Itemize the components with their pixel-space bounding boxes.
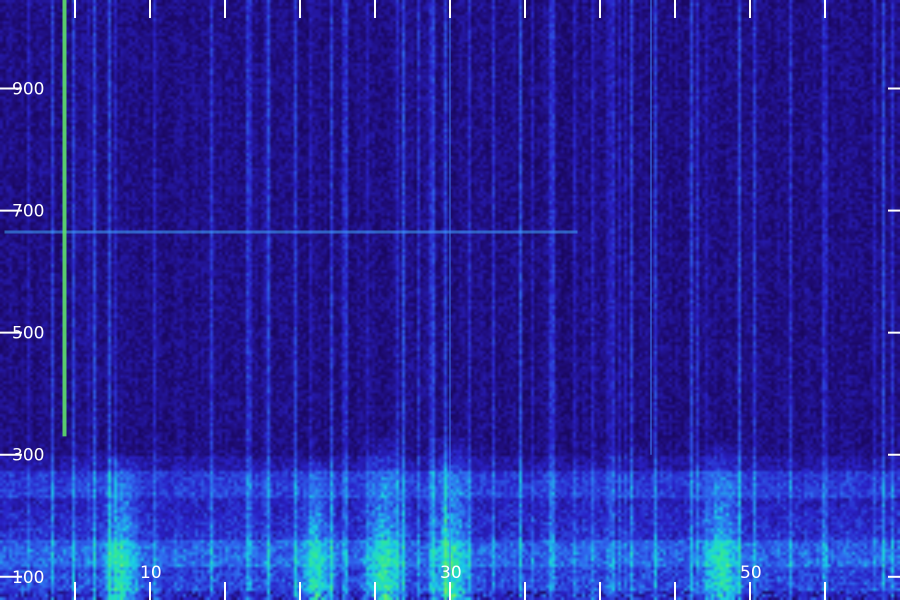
y-tick-label: 300 <box>12 446 44 466</box>
spectrogram-chart: 10 30 50 100 300 500 700 900 <box>0 0 900 600</box>
x-tick-label: 10 <box>140 563 162 583</box>
y-tick-label: 100 <box>12 568 44 588</box>
y-tick-label: 900 <box>12 80 44 100</box>
y-tick-label: 700 <box>12 202 44 222</box>
x-tick-label: 30 <box>440 563 462 583</box>
y-tick-label: 500 <box>12 324 44 344</box>
x-tick-label: 50 <box>740 563 762 583</box>
